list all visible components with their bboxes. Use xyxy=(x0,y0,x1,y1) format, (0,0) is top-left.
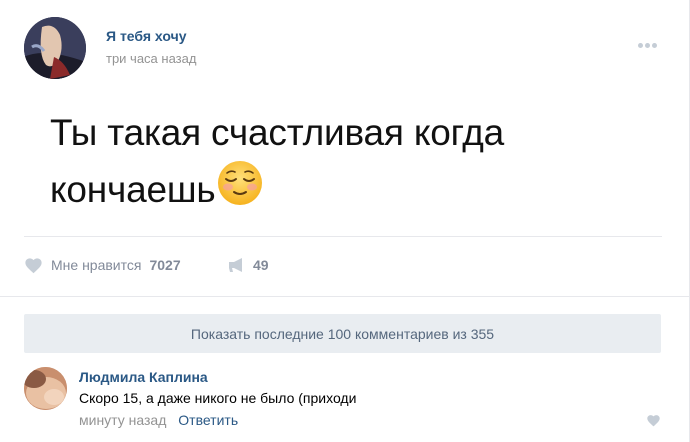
post-menu-button[interactable] xyxy=(638,35,664,48)
comment-author-link[interactable]: Людмила Каплина xyxy=(79,369,208,385)
dot-icon xyxy=(638,43,643,48)
divider xyxy=(24,236,662,237)
comment-time[interactable]: минуту назад xyxy=(79,412,166,428)
share-button[interactable]: 49 xyxy=(228,255,269,275)
comment-text: Скоро 15, а даже никого не было (приходи xyxy=(79,390,357,406)
like-count: 7027 xyxy=(149,257,181,273)
relieved-face-emoji xyxy=(217,160,263,221)
comment-like-button[interactable] xyxy=(646,414,661,432)
commenter-avatar[interactable] xyxy=(24,367,67,410)
post-author-link[interactable]: Я тебя хочу xyxy=(106,28,187,44)
show-more-comments-button[interactable]: Показать последние 100 комментариев из 3… xyxy=(24,314,661,353)
post-card: Я тебя хочу три часа назад Ты такая счас… xyxy=(0,0,690,442)
share-count: 49 xyxy=(253,257,269,273)
divider xyxy=(0,296,689,297)
comment-meta: минуту назад Ответить xyxy=(79,412,238,428)
megaphone-icon xyxy=(229,258,242,272)
like-button[interactable]: Мне нравится 7027 xyxy=(24,255,181,275)
dot-icon xyxy=(652,43,657,48)
heart-icon xyxy=(647,415,660,427)
like-label: Мне нравится xyxy=(51,257,142,273)
post-text-content: Ты такая счастливая когда кончаешь xyxy=(50,112,504,210)
heart-icon xyxy=(25,257,42,273)
post-time[interactable]: три часа назад xyxy=(106,51,196,66)
dot-icon xyxy=(645,43,650,48)
author-avatar[interactable] xyxy=(24,17,86,79)
post-text: Ты такая счастливая когда кончаешь xyxy=(50,106,610,221)
reply-button[interactable]: Ответить xyxy=(178,412,238,428)
